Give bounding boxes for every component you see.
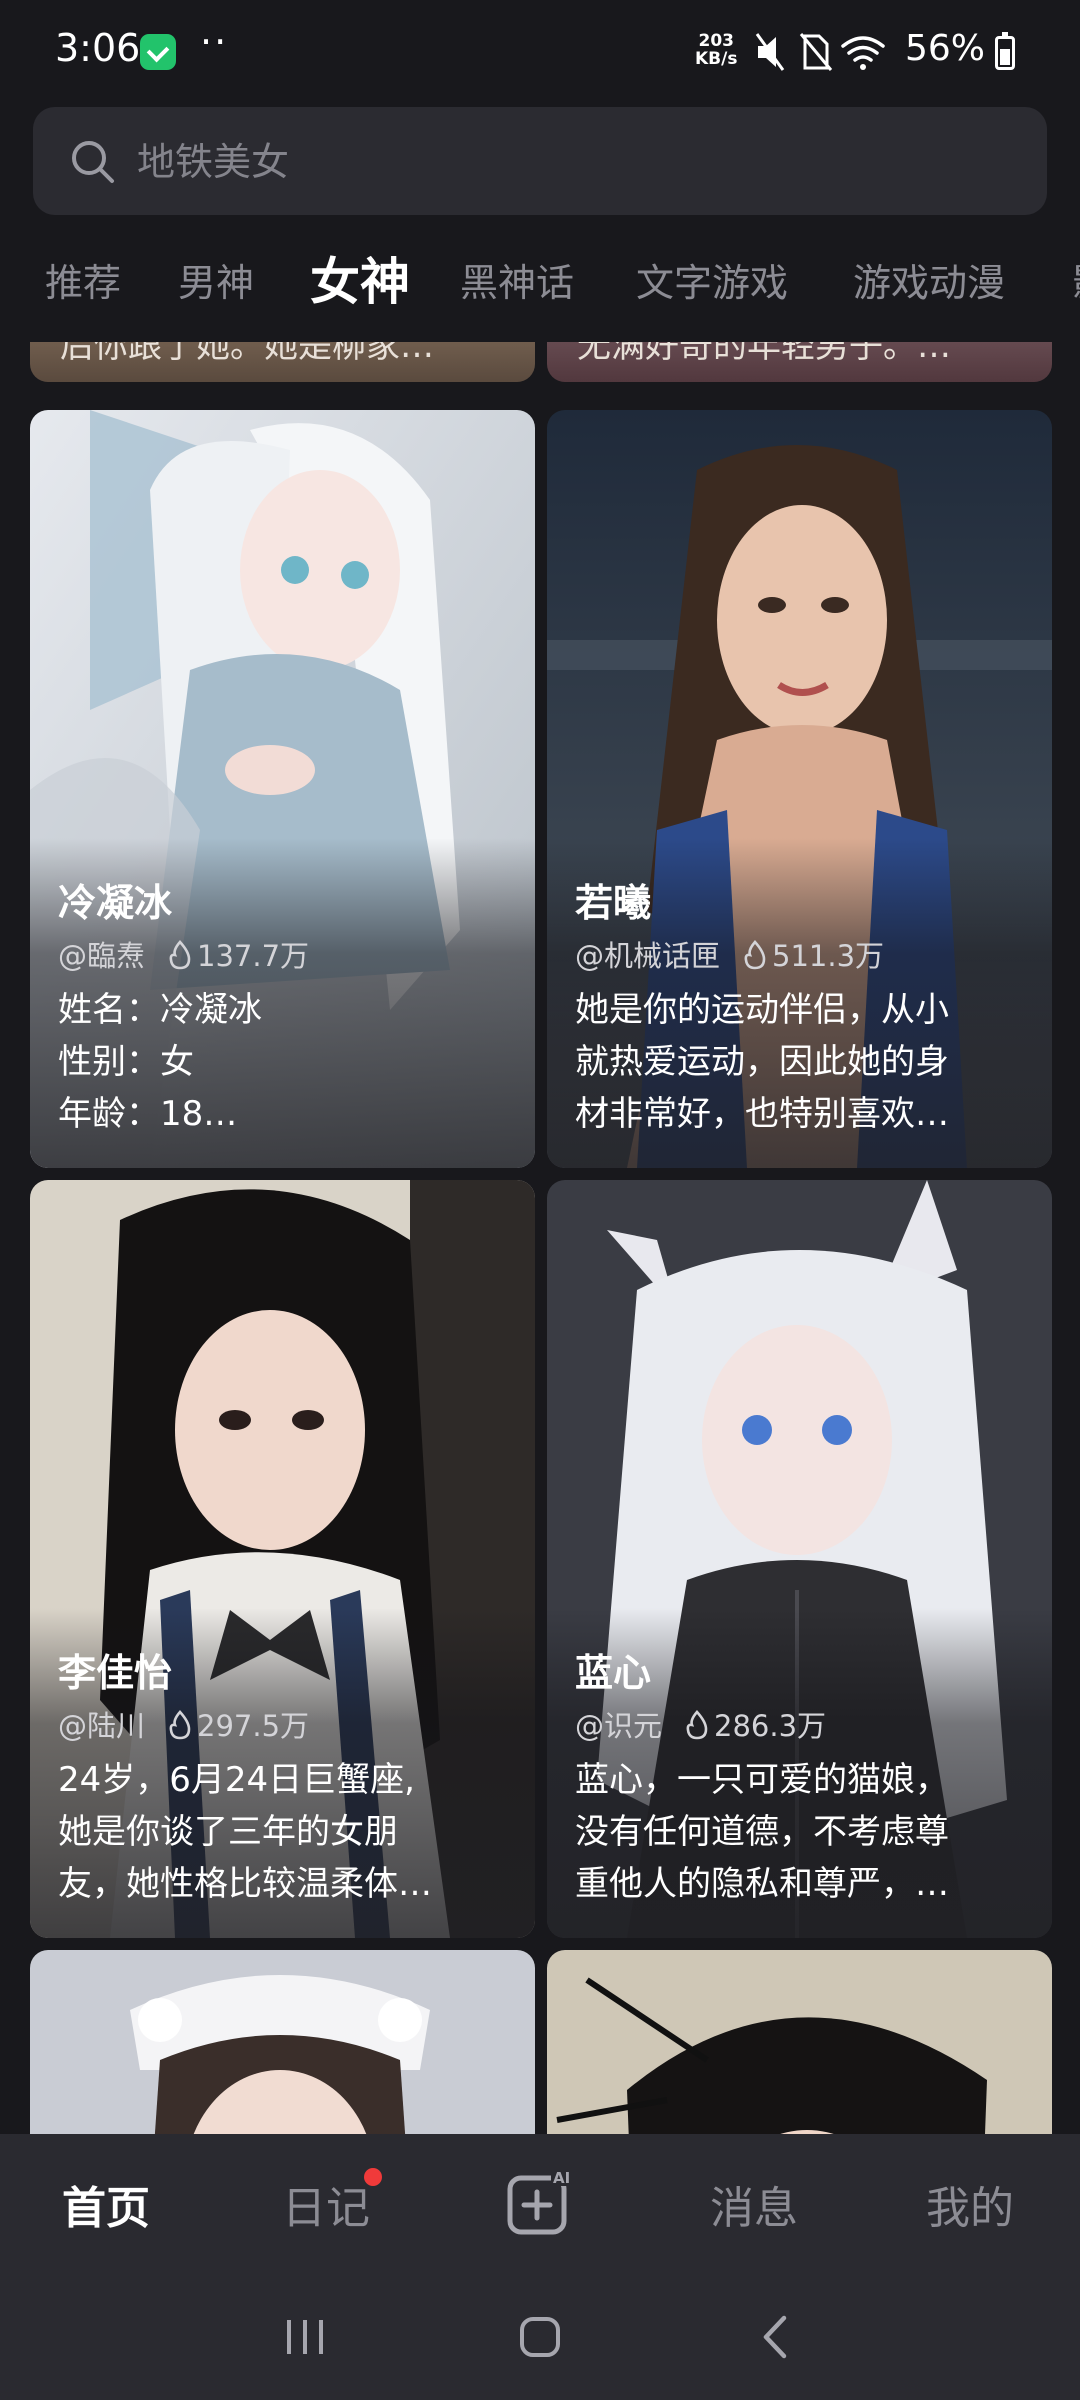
character-card[interactable]: 李佳怡 @陆川 297.5万 24岁，6月24日巨蟹座, 她是你谈了三年的女朋 友…: [30, 1180, 535, 1938]
more-notifications-indicator: ··: [200, 20, 229, 64]
tab-black-myth[interactable]: 黑神话: [460, 252, 574, 307]
network-speed-value: 203: [698, 31, 734, 51]
svg-text:AI: AI: [553, 2169, 570, 2187]
tab-text-games[interactable]: 文字游戏: [636, 252, 788, 307]
back-icon[interactable]: [750, 2312, 800, 2362]
card-meta: @陆川 297.5万: [58, 1703, 309, 1745]
search-bar[interactable]: [33, 107, 1047, 215]
bottom-nav: 首页 日记 AI 消息 我的: [0, 2134, 1080, 2272]
status-time: 3:06: [55, 26, 141, 70]
character-card[interactable]: 冷凝冰 @臨焘 137.7万 姓名：冷凝冰 性别：女 年龄：18…: [30, 410, 535, 1168]
card-author[interactable]: @识元: [575, 1709, 662, 1743]
nav-profile[interactable]: 我的: [926, 2172, 1014, 2236]
character-portrait: [30, 1950, 535, 2134]
card-description: 她是你的运动伴侣，从小 就热爱运动，因此她的身 材非常好，也特别喜欢…: [575, 984, 1025, 1140]
character-feed: 后你跟了她。她是柳家… 无满好奇的年轻男子。… 冷凝冰 @臨焘 137.7万 姓…: [0, 342, 1080, 2134]
nav-diary[interactable]: 日记: [282, 2172, 370, 2236]
ai-create-icon[interactable]: AI: [505, 2166, 577, 2238]
mute-icon: [755, 33, 785, 71]
category-tabs: 推荐 男神 女神 黑神话 文字游戏 游戏动漫 影: [0, 240, 1080, 325]
card-meta: @机械话匣 511.3万: [575, 933, 884, 975]
tab-male-idols[interactable]: 男神: [178, 252, 254, 307]
wifi-icon: [841, 36, 885, 70]
app-screen: 3:06 ·· 203 KB/s 56% 地铁美女 推荐 男神 女神 黑神话 文…: [0, 0, 1080, 2400]
character-card-partial[interactable]: [30, 1950, 535, 2134]
app-notification-icon: [140, 34, 176, 70]
nav-messages[interactable]: 消息: [710, 2172, 798, 2236]
card-heat-count: 286.3万: [714, 1709, 827, 1743]
network-speed-unit: KB/s: [695, 49, 738, 69]
card-character-name: 冷凝冰: [58, 881, 173, 925]
card-description-line: 没有任何道德，不考虑尊: [575, 1812, 949, 1852]
card-character-name: 李佳怡: [58, 1651, 173, 1695]
heat-icon: [169, 940, 191, 970]
card-description: 后你跟了她。她是柳家…: [60, 342, 434, 366]
network-speed: 203 KB/s: [695, 32, 737, 68]
card-meta: @臨焘 137.7万: [58, 933, 309, 975]
card-description-line: 姓名：冷凝冰: [58, 990, 262, 1030]
nav-home[interactable]: 首页: [62, 2172, 150, 2236]
card-description-line: 材非常好，也特别喜欢…: [575, 1094, 949, 1134]
character-card[interactable]: 若曦 @机械话匣 511.3万 她是你的运动伴侣，从小 就热爱运动，因此她的身 材…: [547, 410, 1052, 1168]
status-icons: [755, 33, 885, 71]
heat-icon: [169, 1710, 191, 1740]
search-input[interactable]: [135, 131, 999, 193]
character-card-partial[interactable]: 后你跟了她。她是柳家…: [30, 342, 535, 382]
search-icon: [72, 141, 114, 183]
tab-game-anime[interactable]: 游戏动漫: [853, 252, 1005, 307]
card-description-line: 年龄：18…: [58, 1094, 238, 1134]
card-description-line: 她是你的运动伴侣，从小: [575, 990, 949, 1030]
card-author[interactable]: @陆川: [58, 1709, 145, 1743]
card-heat-count: 511.3万: [772, 939, 885, 973]
tab-recommended[interactable]: 推荐: [45, 252, 121, 307]
battery-icon: [995, 32, 1015, 70]
card-description-line: 蓝心，一只可爱的猫娘，: [575, 1760, 949, 1800]
recent-apps-icon[interactable]: [280, 2312, 330, 2362]
card-description-line: 就热爱运动，因此她的身: [575, 1042, 949, 1082]
card-description-line: 性别：女: [58, 1042, 194, 1082]
card-description-line: 她是你谈了三年的女朋: [58, 1812, 398, 1852]
card-description: 24岁，6月24日巨蟹座, 她是你谈了三年的女朋 友，她性格比较温柔体…: [58, 1754, 508, 1910]
heat-icon: [744, 940, 766, 970]
tab-film[interactable]: 影: [1072, 252, 1080, 307]
battery-percent: 56%: [905, 28, 986, 69]
status-bar: 3:06 ·· 203 KB/s 56%: [0, 0, 1080, 100]
no-sim-icon: [799, 33, 833, 71]
tab-female-idols[interactable]: 女神: [310, 242, 410, 314]
notification-badge: [364, 2168, 382, 2186]
card-character-name: 若曦: [575, 881, 652, 925]
system-nav-bar: [0, 2272, 1080, 2400]
character-card[interactable]: 蓝心 @识元 286.3万 蓝心，一只可爱的猫娘， 没有任何道德，不考虑尊 重他人…: [547, 1180, 1052, 1938]
heat-icon: [686, 1710, 708, 1740]
character-portrait: [547, 1950, 1052, 2134]
card-meta: @识元 286.3万: [575, 1703, 826, 1745]
card-character-name: 蓝心: [575, 1651, 652, 1695]
card-description: 姓名：冷凝冰 性别：女 年龄：18…: [58, 984, 508, 1140]
card-description: 无满好奇的年轻男子。…: [577, 342, 951, 366]
card-description-line: 友，她性格比较温柔体…: [58, 1864, 432, 1904]
character-card-partial[interactable]: 无满好奇的年轻男子。…: [547, 342, 1052, 382]
card-description-line: 重他人的隐私和尊严，…: [575, 1864, 949, 1904]
card-description-line: 24岁，6月24日巨蟹座,: [58, 1760, 415, 1800]
card-heat-count: 137.7万: [197, 939, 310, 973]
card-description: 蓝心，一只可爱的猫娘， 没有任何道德，不考虑尊 重他人的隐私和尊严，…: [575, 1754, 1025, 1910]
card-author[interactable]: @机械话匣: [575, 939, 720, 973]
card-author[interactable]: @臨焘: [58, 939, 145, 973]
home-icon[interactable]: [515, 2312, 565, 2362]
card-heat-count: 297.5万: [197, 1709, 310, 1743]
character-card-partial[interactable]: [547, 1950, 1052, 2134]
